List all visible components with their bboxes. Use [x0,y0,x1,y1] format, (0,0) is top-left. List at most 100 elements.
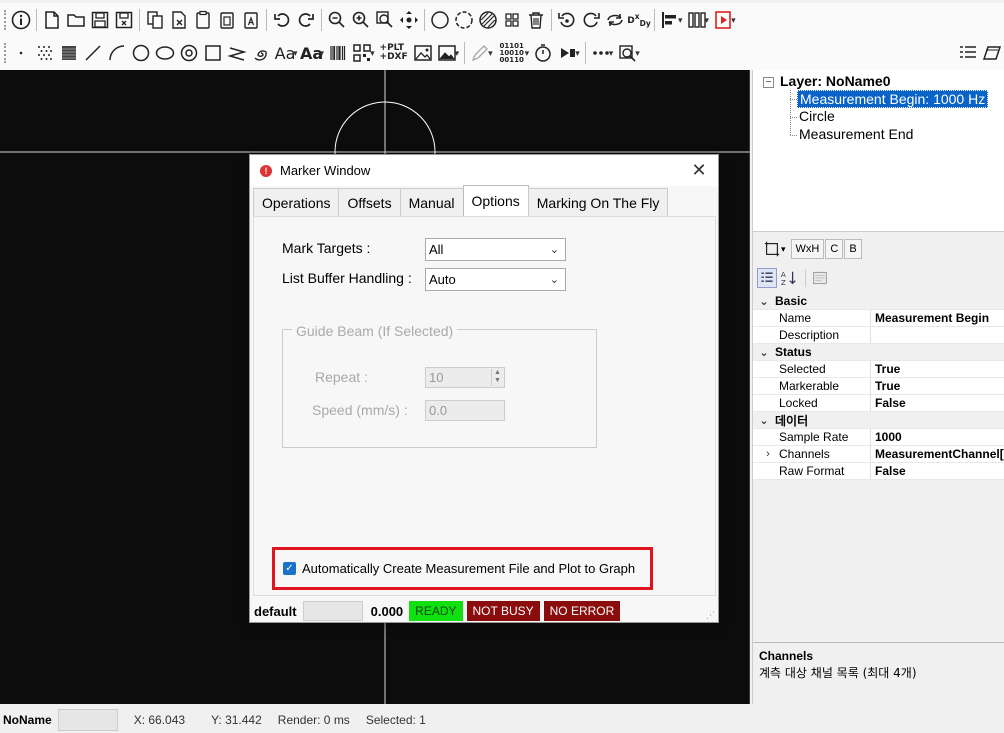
property-row-markerable[interactable]: Markerable True [753,378,1004,395]
sort-az-icon[interactable]: AZ [779,268,799,288]
property-value[interactable] [871,327,1004,343]
tab-operations[interactable]: Operations [253,188,340,216]
more-dropdown-icon[interactable]: ▾ [609,48,614,59]
binary-data-icon[interactable]: 01101 10010 00110 [495,39,529,67]
chevron-right-icon[interactable]: › [757,448,779,460]
spiral-icon[interactable] [249,39,273,67]
dashed-circle-icon[interactable] [452,6,476,34]
redo-icon[interactable] [294,6,318,34]
rotate-ccw-icon[interactable] [555,6,579,34]
ellipse-icon[interactable] [153,39,177,67]
zoom-out-icon[interactable] [325,6,349,34]
trepan-icon[interactable] [177,39,201,67]
bold-text-dropdown-icon[interactable]: ▾ [320,48,325,59]
save-as-icon[interactable] [112,6,136,34]
rotate-cw-icon[interactable] [579,6,603,34]
circle-icon[interactable] [129,39,153,67]
rectangle-icon[interactable] [201,39,225,67]
layer-tree[interactable]: − Layer: NoName0 Measurement Begin: 1000… [753,70,1004,232]
collapse-icon[interactable]: − [763,77,774,88]
tab-offsets[interactable]: Offsets [338,188,401,216]
chevron-down-icon[interactable]: ⌄ [753,346,775,359]
new-file-icon[interactable] [40,6,64,34]
resize-grip-icon[interactable]: ⋰ [706,610,715,621]
property-value[interactable]: 1000 [871,429,1004,445]
tab-options[interactable]: Options [462,185,529,216]
split-icon[interactable] [500,6,524,34]
pan-icon[interactable] [397,6,421,34]
info-icon[interactable] [9,6,33,34]
property-value[interactable]: Measurement Begin [871,310,1004,326]
category-basic[interactable]: ⌄ Basic [753,293,1004,310]
tree-item-measurement-end[interactable]: Measurement End [799,126,913,142]
point-icon[interactable] [9,39,33,67]
delete-icon[interactable] [524,6,548,34]
categorized-icon[interactable] [757,268,777,288]
preview-dropdown-icon[interactable]: ▾ [635,48,640,59]
polyline-icon[interactable] [225,39,249,67]
reset-icon[interactable] [603,6,627,34]
list-view-icon[interactable] [956,39,980,67]
b-button[interactable]: B [844,239,862,259]
property-row-description[interactable]: Description [753,327,1004,344]
auto-create-label[interactable]: Automatically Create Measurement File an… [302,561,635,576]
property-pages-icon[interactable] [810,268,830,288]
tree-layer-node[interactable]: Layer: NoName0 [780,73,891,89]
tab-manual[interactable]: Manual [399,188,464,216]
zoom-in-icon[interactable] [349,6,373,34]
layers-icon[interactable] [980,39,1004,67]
zoom-fit-icon[interactable] [373,6,397,34]
arc-icon[interactable] [105,39,129,67]
paste-array-icon[interactable] [239,6,263,34]
paste-icon[interactable] [191,6,215,34]
chevron-down-icon[interactable]: ⌄ [753,295,775,308]
image-icon[interactable] [411,39,435,67]
mark-targets-select[interactable]: All ⌄ [425,238,566,261]
toolbar-grip[interactable] [4,43,7,63]
cut-icon[interactable] [167,6,191,34]
property-row-channels[interactable]: › Channels MeasurementChannel[ [753,446,1004,463]
auto-create-checkbox[interactable]: ✓ [283,562,296,575]
property-row-sample-rate[interactable]: Sample Rate 1000 [753,429,1004,446]
c-button[interactable]: C [825,239,844,259]
qrcode-dropdown-icon[interactable]: ▾ [370,48,375,59]
import-plt-dxf-icon[interactable]: +PLT +DXF [377,39,411,67]
property-row-raw-format[interactable]: Raw Format False [753,463,1004,480]
property-grid[interactable]: ⌄ Basic Name Measurement Begin Description… [753,293,1004,480]
timer-icon[interactable] [531,39,555,67]
spin-arrows-icon[interactable]: ▲ ▼ [491,369,503,386]
property-value[interactable]: True [871,378,1004,394]
binary-dropdown-icon[interactable]: ▾ [525,48,530,59]
category-status[interactable]: ⌄ Status [753,344,1004,361]
repeat-stepper[interactable]: 10 ▲ ▼ [425,367,505,388]
raster-icon[interactable] [57,39,81,67]
paste-special-icon[interactable] [215,6,239,34]
property-value[interactable]: False [871,395,1004,411]
tree-item-circle[interactable]: Circle [799,108,835,124]
play-dropdown-icon[interactable]: ▾ [575,48,580,59]
text-dropdown-icon[interactable]: ▾ [293,48,298,59]
pen-dropdown-icon[interactable]: ▾ [488,48,493,59]
wxh-button[interactable]: WxH [790,239,825,259]
dialog-titlebar[interactable]: ! Marker Window ✕ [250,155,718,186]
speed-input[interactable]: 0.0 [425,400,505,421]
circle-select-icon[interactable] [428,6,452,34]
hatch-icon[interactable] [476,6,500,34]
dxdy-icon[interactable]: DxDy [627,6,651,34]
save-icon[interactable] [88,6,112,34]
barcode-icon[interactable] [326,39,350,67]
property-row-selected[interactable]: Selected True [753,361,1004,378]
close-icon[interactable]: ✕ [688,159,710,181]
property-row-locked[interactable]: Locked False [753,395,1004,412]
list-buffer-select[interactable]: Auto ⌄ [425,268,566,291]
property-value[interactable]: MeasurementChannel[ [871,446,1004,462]
property-value[interactable]: False [871,463,1004,479]
align-dropdown-icon[interactable]: ▾ [678,15,683,26]
points-pattern-icon[interactable] [33,39,57,67]
undo-icon[interactable] [270,6,294,34]
open-folder-icon[interactable] [64,6,88,34]
copy-icon[interactable] [143,6,167,34]
toolbar-grip[interactable] [4,10,7,30]
property-row-name[interactable]: Name Measurement Begin [753,310,1004,327]
line-icon[interactable] [81,39,105,67]
